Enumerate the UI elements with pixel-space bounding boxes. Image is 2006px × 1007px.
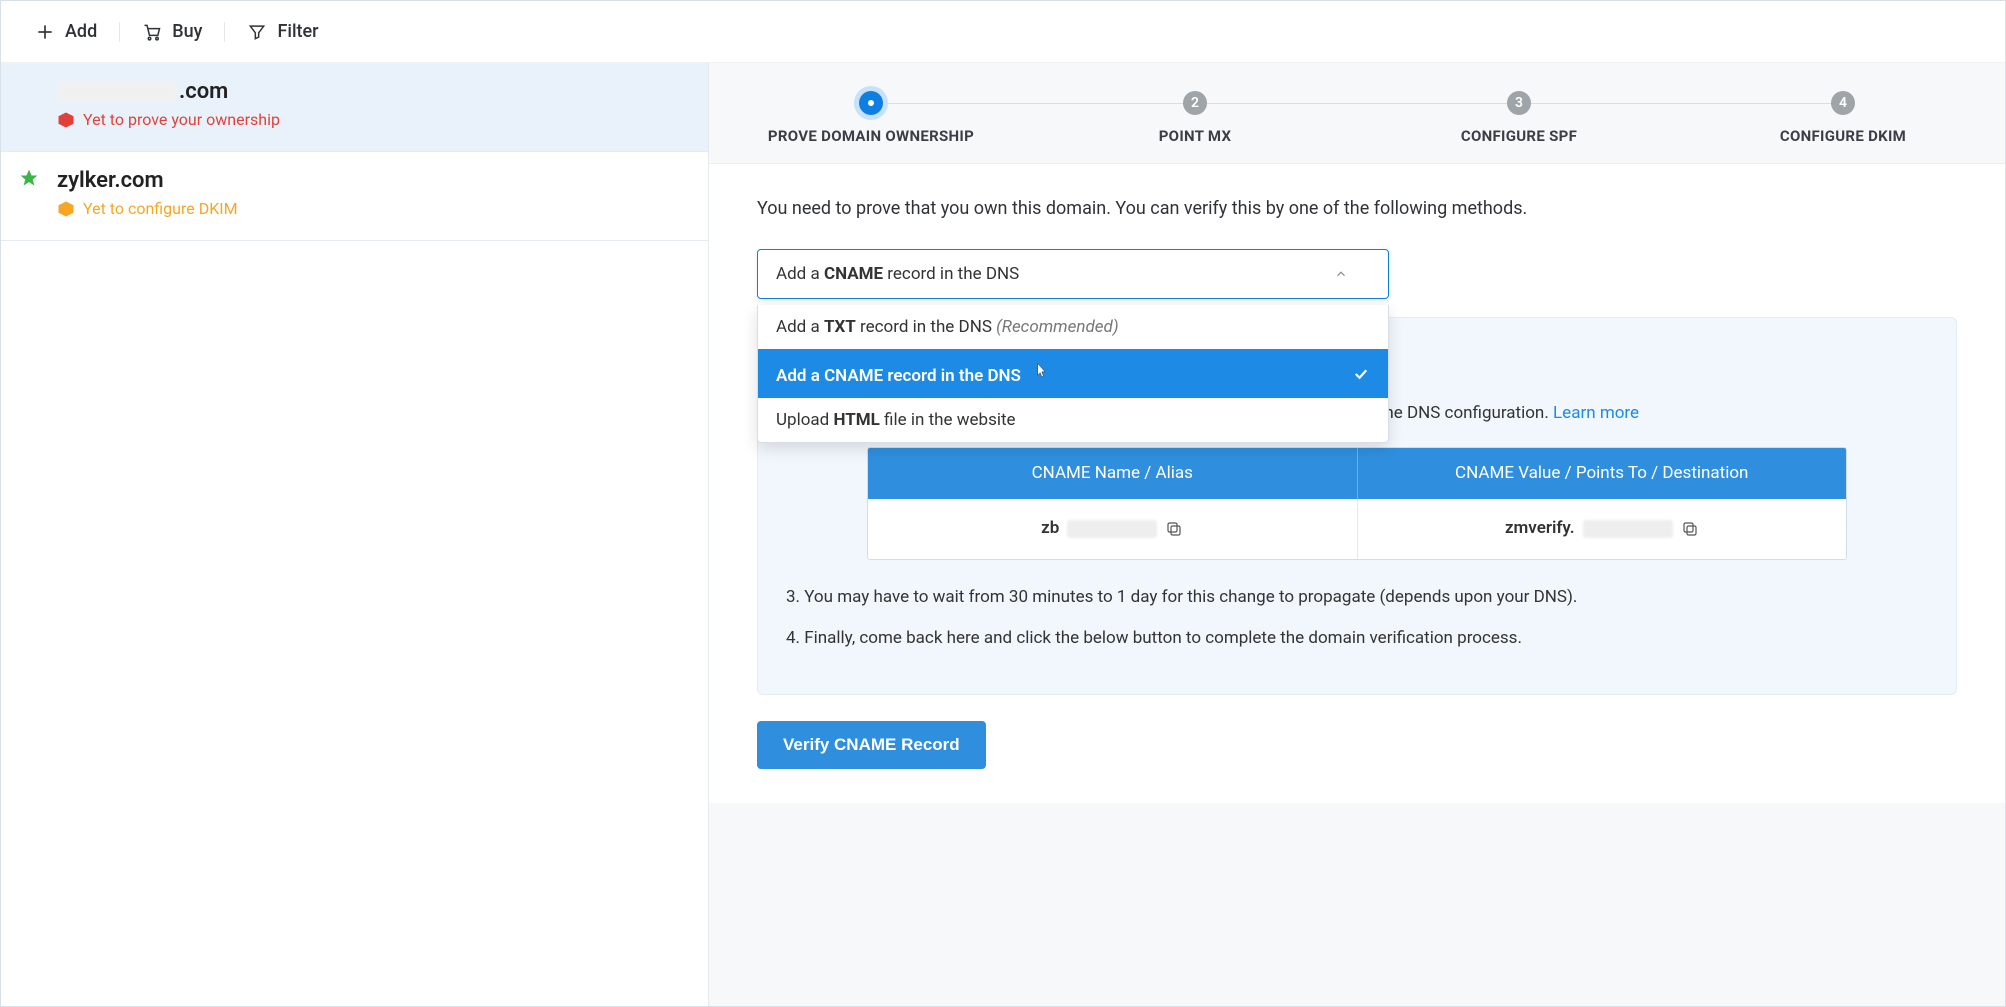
redacted-text [1067,520,1157,538]
instruction-text: You need to prove that you own this doma… [757,198,1957,219]
method-select: Add a CNAME record in the DNS Add a TXT … [757,249,1389,299]
domain-item-0[interactable]: .com Yet to prove your ownership [1,63,708,152]
toolbar: Add Buy Filter [1,1,2005,63]
cursor-icon [1031,361,1051,381]
step-dot [859,91,883,115]
domain-suffix: .com [179,79,228,104]
filter-button[interactable]: Filter [247,21,318,42]
dropdown-menu: Add a TXT record in the DNS (Recommended… [757,305,1389,443]
check-icon [1352,365,1370,383]
funnel-icon [247,22,267,42]
body-panel: You need to prove that you own this doma… [709,164,2005,803]
col-header-value: CNAME Value / Points To / Destination [1358,448,1847,499]
table-header: CNAME Name / Alias CNAME Value / Points … [868,448,1846,499]
copy-icon[interactable] [1681,520,1699,538]
step-point-mx[interactable]: 2 POINT MX [1033,91,1357,145]
step-configure-dkim[interactable]: 4 CONFIGURE DKIM [1681,91,2005,145]
main-split: .com Yet to prove your ownership zylker.… [1,63,2005,1006]
stepper: PROVE DOMAIN OWNERSHIP 2 POINT MX 3 CONF… [709,63,2005,164]
cname-name-cell: zb [868,499,1358,558]
option-html-file[interactable]: Upload HTML file in the website [758,398,1388,442]
status-text: Yet to prove your ownership [83,110,280,129]
content-area: PROVE DOMAIN OWNERSHIP 2 POINT MX 3 CONF… [709,63,2005,1006]
step-4-text: 4. Finally, come back here and click the… [786,625,1928,652]
redacted-text [57,82,177,102]
step-label: CONFIGURE SPF [1357,127,1681,145]
status-text: Yet to configure DKIM [83,199,238,218]
col-header-name: CNAME Name / Alias [868,448,1358,499]
domain-status: Yet to configure DKIM [57,199,680,218]
warning-icon [57,200,75,218]
domain-name: .com [57,79,680,104]
step-dot: 2 [1183,91,1207,115]
domain-sidebar: .com Yet to prove your ownership zylker.… [1,63,709,1006]
copy-icon[interactable] [1165,520,1183,538]
app-root: Add Buy Filter .com Yet to prove [0,0,2006,1007]
redacted-text [1583,520,1673,538]
cart-icon [142,22,162,42]
warning-icon [57,111,75,129]
cname-value-cell: zmverify. [1358,499,1847,558]
verify-cname-button[interactable]: Verify CNAME Record [757,721,986,769]
step-dot: 4 [1831,91,1855,115]
chevron-up-icon [1334,267,1348,281]
select-trigger[interactable]: Add a CNAME record in the DNS [757,249,1389,299]
separator [119,22,120,42]
table-row: zb zmverify. [868,499,1846,558]
domain-item-1[interactable]: zylker.com Yet to configure DKIM [1,152,708,241]
step-label: POINT MX [1033,127,1357,145]
cname-table: CNAME Name / Alias CNAME Value / Points … [867,447,1847,559]
step-configure-spf[interactable]: 3 CONFIGURE SPF [1357,91,1681,145]
buy-button[interactable]: Buy [142,21,202,42]
domain-name: zylker.com [57,168,680,193]
step-label: CONFIGURE DKIM [1681,127,2005,145]
option-txt-record[interactable]: Add a TXT record in the DNS (Recommended… [758,305,1388,349]
learn-more-link[interactable]: Learn more [1553,403,1639,423]
separator [224,22,225,42]
option-cname-record[interactable]: Add a CNAME record in the DNS [758,349,1388,398]
add-button[interactable]: Add [35,21,97,42]
domain-status: Yet to prove your ownership [57,110,680,129]
add-label: Add [65,21,97,42]
step-prove-ownership[interactable]: PROVE DOMAIN OWNERSHIP [709,91,1033,145]
step-label: PROVE DOMAIN OWNERSHIP [709,127,1033,145]
plus-icon [35,22,55,42]
step-dot: 3 [1507,91,1531,115]
step-3-text: 3. You may have to wait from 30 minutes … [786,584,1928,611]
star-icon [19,168,39,192]
buy-label: Buy [172,21,202,42]
filter-label: Filter [277,21,318,42]
select-display: Add a CNAME record in the DNS [776,264,1019,284]
